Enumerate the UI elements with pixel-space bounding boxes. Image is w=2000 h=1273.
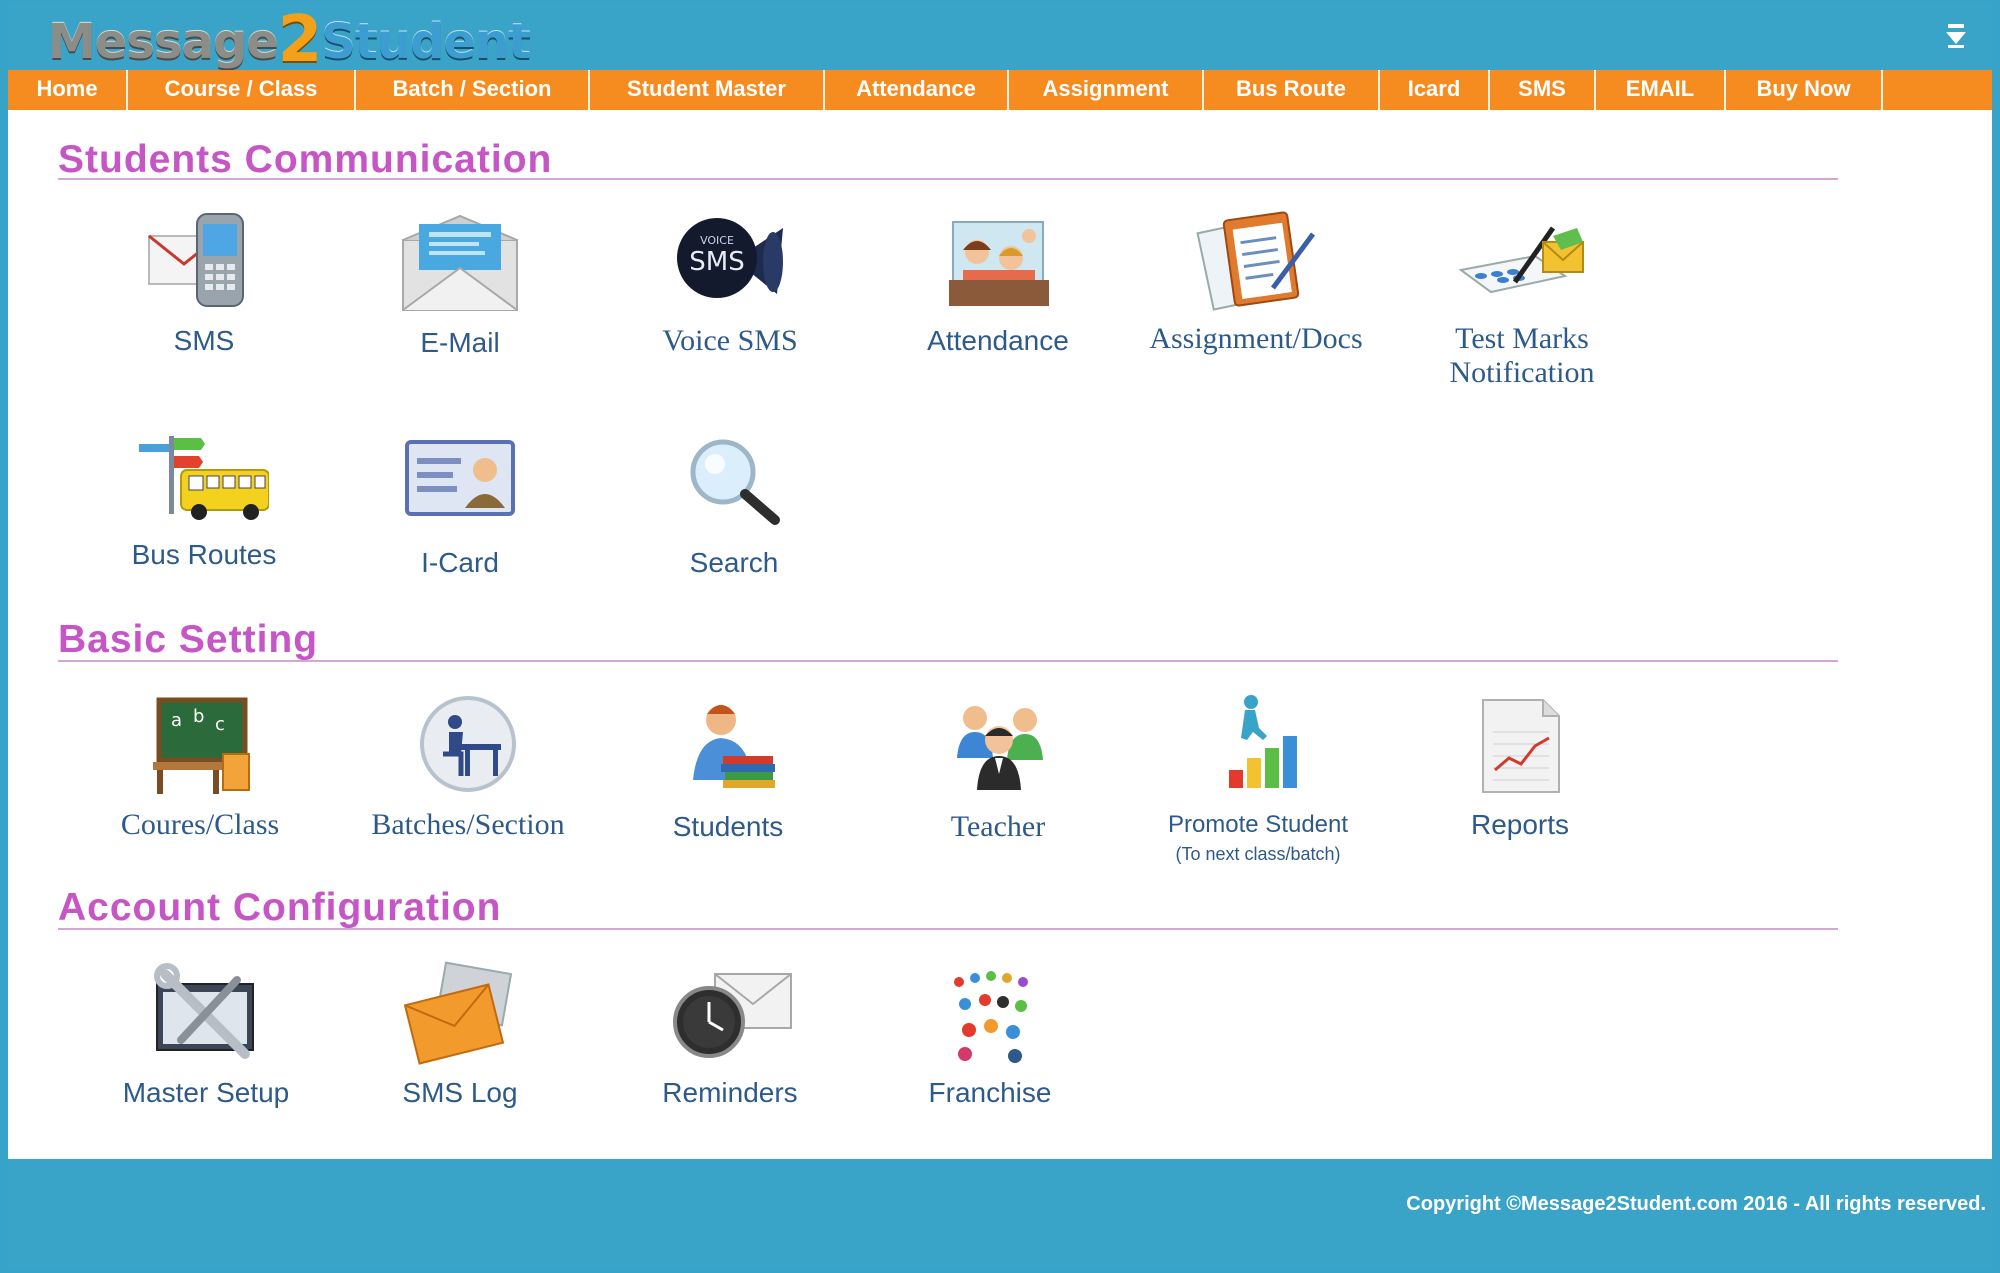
tile-voice-sms[interactable]: VOICE SMS Voice SMS [620,208,840,358]
nav-student-master[interactable]: Student Master [590,70,825,110]
tile-label: Students [672,811,784,842]
brand-part-2: 2 [277,3,323,77]
section-title-account: Account Configuration [58,886,502,929]
svg-text:c: c [215,714,225,735]
tile-label: E-Mail [420,327,500,358]
tile-label: Promote Student [1167,811,1349,838]
nav-assignment[interactable]: Assignment [1009,70,1204,110]
tile-label: Voice SMS [662,324,798,357]
dashboard-content: Students Communication SMS E-Mail VOICE … [8,110,1992,1159]
tile-label: Attendance [927,325,1069,356]
tile-teacher[interactable]: Teacher [888,694,1108,844]
section-divider [58,928,1838,930]
tile-label: Teacher [950,810,1046,843]
tile-label: Reports [1470,809,1570,840]
nav-bus-route[interactable]: Bus Route [1204,70,1380,110]
tile-reports[interactable]: Reports [1410,692,1630,842]
id-card-icon [405,440,515,516]
clipboard-icon [1196,211,1316,311]
svg-text:b: b [193,706,204,727]
svg-text:SMS: SMS [689,247,744,277]
nav-batch-section[interactable]: Batch / Section [356,70,590,110]
tile-search[interactable]: Search [624,430,844,580]
tile-assignment-docs[interactable]: Assignment/Docs [1146,206,1366,356]
tile-bus-routes[interactable]: Bus Routes [94,422,314,572]
section-title-basic: Basic Setting [58,618,319,661]
school-bus-icon [139,436,269,520]
student-books-icon [693,705,775,788]
tile-batches-section[interactable]: Batches/Section [358,692,578,842]
chalkboard-icon: a b c [153,697,250,794]
envelope-icon [402,214,518,311]
nav-course-class[interactable]: Course / Class [128,70,356,110]
mail-log-icon [403,961,513,1065]
network-people-icon [954,971,1028,1063]
tile-test-marks[interactable]: Test Marks Notification [1412,206,1632,390]
tile-label-line1: Test Marks [1455,322,1589,355]
nav-sms[interactable]: SMS [1490,70,1596,110]
header-bar: Message 2 Student [8,3,1992,77]
tile-label: Batches/Section [371,808,565,841]
tile-franchise[interactable]: Franchise [880,960,1100,1110]
voice-sms-icon: VOICE SMS [677,218,783,298]
nav-email[interactable]: EMAIL [1596,70,1726,110]
nav-attendance[interactable]: Attendance [825,70,1009,110]
section-divider [58,178,1838,180]
tile-label: Coures/Class [120,808,280,841]
tools-icon [154,963,254,1059]
tile-label: Franchise [928,1077,1052,1108]
tile-reminders[interactable]: Reminders [620,960,840,1110]
sms-phone-icon [148,213,244,307]
section-title-communication: Students Communication [58,138,553,181]
nav-buy-now[interactable]: Buy Now [1726,70,1883,110]
tile-master-setup[interactable]: Master Setup [96,960,316,1110]
tile-promote-student[interactable]: Promote Student (To next class/batch) [1148,692,1368,865]
tile-label: SMS Log [402,1077,518,1108]
brand-part-3: Student [321,14,531,70]
tile-label: Reminders [662,1077,798,1108]
classroom-icon [949,221,1049,306]
footer-bar: Copyright ©Message2Student.com 2016 - Al… [8,1159,1992,1267]
report-icon [1482,699,1560,793]
download-arrow-icon[interactable] [1942,22,1970,50]
tile-label: Master Setup [122,1077,290,1108]
tile-label-line2: Notification [1449,356,1595,389]
test-marks-icon [1458,226,1584,294]
promote-chart-icon [1229,695,1297,788]
svg-text:a: a [171,710,182,731]
tile-label: SMS [173,325,235,356]
brand-logo[interactable]: Message 2 Student [48,3,531,77]
tile-label: Search [689,547,779,578]
section-divider [58,660,1838,662]
tile-attendance[interactable]: Attendance [888,208,1108,358]
tile-students[interactable]: Students [618,694,838,844]
copyright-text: Copyright ©Message2Student.com 2016 - Al… [1406,1193,1986,1215]
tile-sms[interactable]: SMS [94,208,314,358]
tile-label: I-Card [421,547,499,578]
nav-home[interactable]: Home [8,70,128,110]
main-nav: Home Course / Class Batch / Section Stud… [8,70,1992,110]
magnifier-icon [690,439,780,525]
teacher-group-icon [957,706,1043,790]
nav-icard[interactable]: Icard [1380,70,1490,110]
desk-icon [420,696,516,792]
clock-mail-icon [673,973,792,1058]
tile-course-class[interactable]: a b c Coures/Class [90,692,310,842]
tile-sms-log[interactable]: SMS Log [350,960,570,1110]
tile-email[interactable]: E-Mail [350,210,570,360]
brand-part-1: Message [48,14,279,70]
tile-icard[interactable]: I-Card [350,430,570,580]
tile-sublabel: (To next class/batch) [1175,844,1341,864]
tile-label: Assignment/Docs [1149,322,1363,355]
tile-label: Bus Routes [131,539,277,570]
svg-text:VOICE: VOICE [700,234,734,247]
